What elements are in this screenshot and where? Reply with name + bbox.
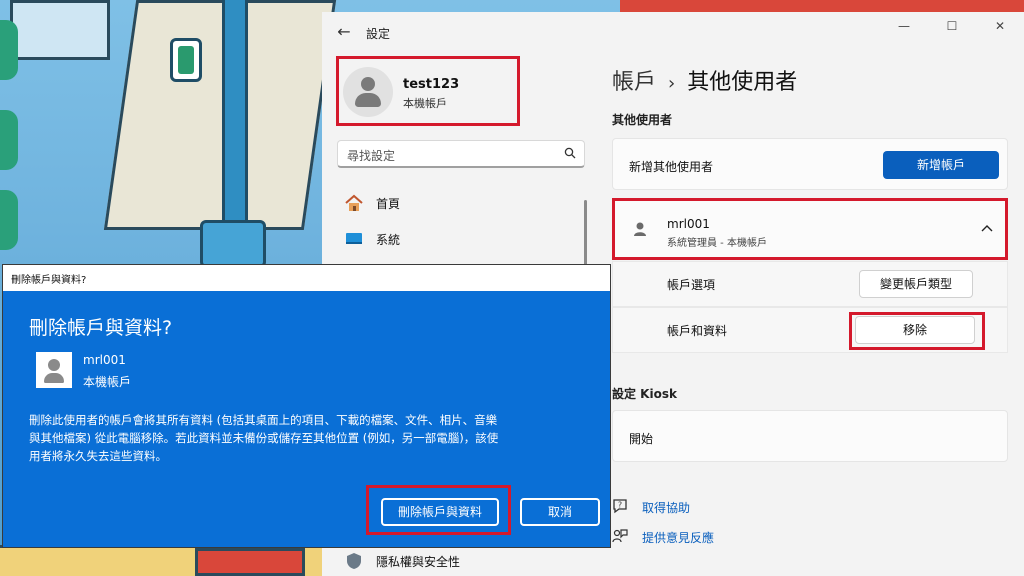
sidebar-item-label: 首頁 bbox=[376, 197, 401, 211]
account-options-label: 帳戶選項 bbox=[667, 278, 716, 292]
wallpaper-leaf bbox=[0, 190, 18, 250]
svg-text:?: ? bbox=[618, 501, 622, 510]
user-row-mrl001[interactable]: mrl001 系統管理員 - 本機帳戶 bbox=[612, 198, 1008, 260]
chevron-up-icon[interactable] bbox=[979, 221, 995, 237]
sidebar-item-system[interactable]: 系統 bbox=[340, 224, 580, 254]
shield-icon bbox=[347, 553, 361, 569]
section-title-kiosk: 設定 Kiosk bbox=[612, 387, 677, 401]
feedback-link-label: 提供意見反應 bbox=[642, 531, 715, 545]
avatar bbox=[343, 67, 393, 117]
system-icon bbox=[346, 233, 362, 244]
sidebar-item-label: 系統 bbox=[376, 233, 401, 247]
wallpaper-leaf bbox=[0, 20, 18, 80]
dialog-titlebar: 刪除帳戶與資料? bbox=[3, 265, 610, 291]
sidebar-item-privacy[interactable]: 隱私權與安全性 bbox=[340, 546, 580, 576]
give-feedback-link[interactable]: 提供意見反應 bbox=[612, 524, 812, 548]
dialog-user-name: mrl001 bbox=[83, 353, 126, 367]
wallpaper-leaf bbox=[0, 110, 18, 170]
wallpaper-pole bbox=[222, 0, 248, 250]
minimize-button[interactable]: — bbox=[880, 12, 928, 40]
search-icon bbox=[564, 147, 576, 159]
window-controls: — ☐ ✕ bbox=[880, 12, 1024, 44]
add-user-label: 新增其他使用者 bbox=[629, 160, 714, 174]
wallpaper-window bbox=[10, 0, 110, 60]
dialog-window-title: 刪除帳戶與資料? bbox=[11, 275, 87, 286]
help-link-label: 取得協助 bbox=[642, 501, 691, 515]
pedestrian-sign-icon bbox=[170, 38, 202, 82]
back-arrow-icon[interactable]: ← bbox=[332, 22, 356, 42]
section-title-other-users: 其他使用者 bbox=[612, 113, 673, 127]
delete-account-dialog: 刪除帳戶與資料? 刪除帳戶與資料? mrl001 本機帳戶 刪除此使用者的帳戶會… bbox=[2, 264, 611, 548]
breadcrumb: 帳戶 › 其他使用者 bbox=[612, 64, 797, 96]
dialog-title: 刪除帳戶與資料? bbox=[29, 317, 173, 339]
breadcrumb-parent[interactable]: 帳戶 bbox=[612, 70, 656, 95]
user-subtitle: 系統管理員 - 本機帳戶 bbox=[667, 238, 767, 249]
dialog-message-line: 刪除此使用者的帳戶會將其所有資料 (包括其桌面上的項目、下載的檔案、文件、相片、… bbox=[29, 413, 498, 427]
add-user-card: 新增其他使用者 新增帳戶 bbox=[612, 138, 1008, 190]
breadcrumb-separator: › bbox=[668, 73, 676, 94]
avatar bbox=[36, 352, 72, 388]
kiosk-start-label: 開始 bbox=[629, 432, 654, 446]
home-icon bbox=[345, 194, 363, 211]
user-icon bbox=[634, 222, 646, 236]
dialog-message-line: 用者將永久失去這些資料。 bbox=[29, 449, 167, 463]
wallpaper-pole-base bbox=[200, 220, 266, 268]
kiosk-card[interactable]: 開始 bbox=[612, 410, 1008, 462]
feedback-icon bbox=[612, 529, 628, 543]
search-input[interactable]: 尋找設定 bbox=[337, 140, 585, 168]
account-options-row: 帳戶選項 變更帳戶類型 bbox=[612, 261, 1008, 307]
change-account-type-button[interactable]: 變更帳戶類型 bbox=[859, 270, 973, 298]
account-data-label: 帳戶和資料 bbox=[667, 324, 728, 338]
dialog-message-line: 與其他檔案) 從此電腦移除。若此資料並未備份或儲存至其他位置 (例如，另一部電腦… bbox=[29, 431, 499, 445]
dialog-message: 刪除此使用者的帳戶會將其所有資料 (包括其桌面上的項目、下載的檔案、文件、相片、… bbox=[29, 411, 589, 465]
get-help-link[interactable]: ? 取得協助 bbox=[612, 494, 812, 518]
settings-titlebar: ← 設定 — ☐ ✕ bbox=[322, 12, 1024, 52]
wallpaper-wall bbox=[103, 0, 337, 230]
sidebar-item-home[interactable]: 首頁 bbox=[340, 188, 580, 218]
dialog-user-type: 本機帳戶 bbox=[83, 375, 132, 389]
help-icon: ? bbox=[613, 499, 627, 514]
sidebar-item-label: 隱私權與安全性 bbox=[376, 555, 461, 569]
cancel-button[interactable]: 取消 bbox=[520, 498, 600, 526]
profile-name: test123 bbox=[403, 77, 460, 92]
search-placeholder: 尋找設定 bbox=[347, 149, 396, 163]
profile-account-type: 本機帳戶 bbox=[403, 97, 447, 110]
maximize-button[interactable]: ☐ bbox=[928, 12, 976, 40]
close-button[interactable]: ✕ bbox=[976, 12, 1024, 40]
add-account-button[interactable]: 新增帳戶 bbox=[883, 151, 999, 179]
app-title: 設定 bbox=[366, 27, 391, 41]
user-name: mrl001 bbox=[667, 217, 710, 231]
profile-card[interactable]: test123 本機帳戶 bbox=[336, 56, 520, 126]
wallpaper-red-box bbox=[195, 548, 305, 576]
delete-account-and-data-button[interactable]: 刪除帳戶與資料 bbox=[381, 498, 499, 526]
remove-button-highlight bbox=[849, 312, 985, 350]
page-title: 其他使用者 bbox=[687, 70, 798, 95]
